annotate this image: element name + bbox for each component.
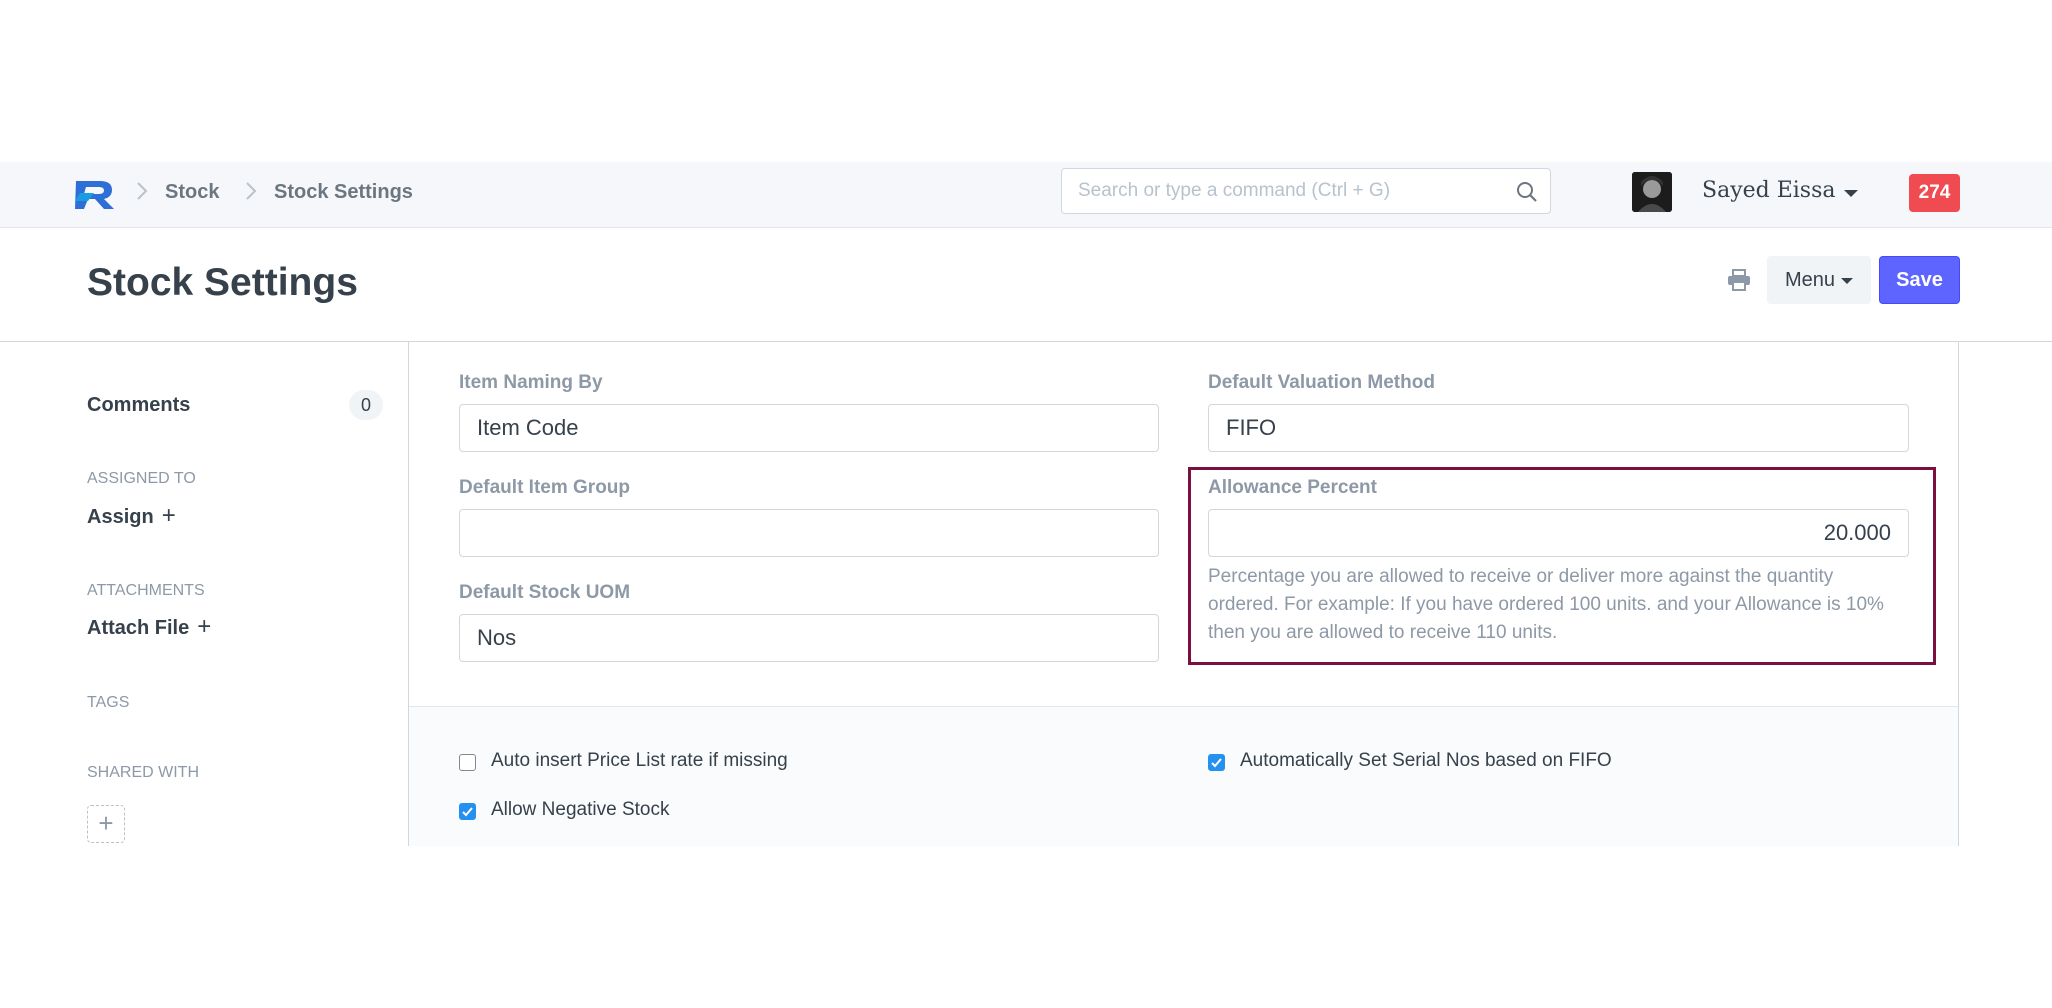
default-stock-uom-label: Default Stock UOM: [459, 582, 631, 603]
allowance-percent-label: Allowance Percent: [1208, 477, 1377, 498]
app-logo-icon[interactable]: [74, 177, 116, 211]
comments-link[interactable]: Comments: [87, 394, 190, 417]
search-bar: [1061, 168, 1551, 214]
menu-dropdown-button[interactable]: Menu: [1767, 256, 1871, 304]
page-header: Stock Settings Menu Save: [0, 228, 2052, 342]
allow-negative-stock-checkbox[interactable]: [459, 803, 476, 820]
auto-insert-price-list-checkbox[interactable]: [459, 754, 476, 771]
assign-button[interactable]: Assign +: [87, 502, 176, 530]
attach-file-button[interactable]: Attach File +: [87, 613, 211, 641]
caret-down-icon: [1841, 277, 1854, 284]
assigned-to-heading: ASSIGNED TO: [87, 470, 196, 487]
item-naming-by-select[interactable]: Item Code: [459, 404, 1159, 452]
default-stock-uom-field[interactable]: Nos: [459, 614, 1159, 662]
page-title: Stock Settings: [87, 261, 358, 304]
item-naming-by-label: Item Naming By: [459, 372, 603, 393]
plus-icon: +: [197, 613, 212, 640]
allow-negative-stock-label[interactable]: Allow Negative Stock: [491, 799, 669, 821]
comments-count-badge: 0: [349, 390, 383, 420]
allowance-percent-field[interactable]: 20.000: [1208, 509, 1909, 557]
search-icon[interactable]: [1516, 181, 1538, 203]
form-layout: Item Naming By Item Code Default Item Gr…: [408, 342, 1959, 846]
app-screen: Stock Stock Settings Sayed Eissa 274 Sto: [0, 0, 2052, 1008]
auto-insert-price-list-label[interactable]: Auto insert Price List rate if missing: [491, 750, 788, 772]
print-icon[interactable]: [1727, 269, 1751, 291]
top-navbar: Stock Stock Settings Sayed Eissa 274: [0, 162, 2052, 228]
form-sidebar: Comments 0 ASSIGNED TO Assign + ATTACHMEN…: [0, 342, 408, 846]
save-button[interactable]: Save: [1879, 256, 1960, 304]
default-valuation-method-label: Default Valuation Method: [1208, 372, 1435, 393]
default-item-group-label: Default Item Group: [459, 477, 631, 498]
notification-badge[interactable]: 274: [1909, 174, 1960, 212]
auto-serial-nos-fifo-label[interactable]: Automatically Set Serial Nos based on FI…: [1240, 750, 1612, 772]
default-item-group-field[interactable]: [459, 509, 1159, 557]
auto-serial-nos-fifo-checkbox[interactable]: [1208, 754, 1225, 771]
form-section-main: Item Naming By Item Code Default Item Gr…: [409, 342, 1958, 707]
user-menu-caret-icon[interactable]: [1844, 190, 1858, 197]
menu-button-label: Menu: [1784, 269, 1836, 291]
shared-with-heading: SHARED WITH: [87, 764, 199, 781]
breadcrumb-stock-settings[interactable]: Stock Settings: [274, 181, 413, 204]
user-avatar[interactable]: [1632, 172, 1672, 212]
checkmark-icon: [1211, 758, 1222, 768]
form-section-checkboxes: Auto insert Price List rate if missing A…: [409, 707, 1958, 846]
plus-icon: +: [161, 502, 176, 529]
attach-file-label: Attach File: [87, 617, 190, 639]
chevron-right-icon: [137, 182, 148, 200]
default-valuation-method-select[interactable]: FIFO: [1208, 404, 1909, 452]
checkmark-icon: [462, 807, 473, 817]
assign-label: Assign: [87, 506, 154, 528]
allowance-percent-help: Percentage you are allowed to receive or…: [1208, 566, 1884, 643]
breadcrumb-stock[interactable]: Stock: [165, 181, 219, 204]
chevron-right-icon: [246, 182, 257, 200]
attachments-heading: ATTACHMENTS: [87, 582, 205, 599]
tags-heading: TAGS: [87, 694, 130, 711]
search-input[interactable]: [1062, 169, 1508, 213]
user-name[interactable]: Sayed Eissa: [1702, 178, 1836, 203]
add-share-button[interactable]: +: [87, 805, 125, 843]
